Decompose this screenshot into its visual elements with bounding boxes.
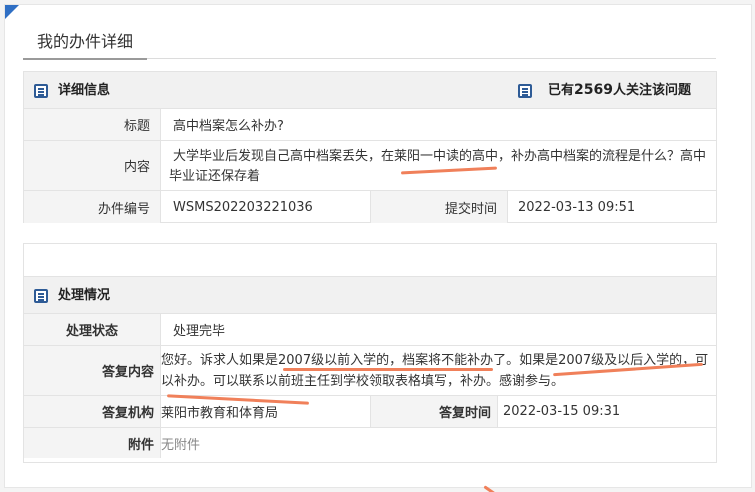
handling-spacer <box>24 244 716 277</box>
title-value: 高中档案怎么补办? <box>173 119 284 134</box>
followers-suffix: 人关注该问题 <box>612 83 691 98</box>
reply-time-value: 2022-03-15 09:31 <box>503 404 621 419</box>
reply-label: 答复内容 <box>24 346 161 395</box>
org-value: 莱阳市教育和体育局 <box>161 406 279 421</box>
attachment-row: 附件 无附件 <box>24 428 716 458</box>
content-label: 内容 <box>24 141 161 190</box>
list-icon <box>34 289 48 303</box>
org-row: 答复机构 莱阳市教育和体育局 答复时间 2022-03-15 09:31 <box>24 396 716 428</box>
content-line-1: 大学毕业后发现自己高中档案丢失，在莱阳一中读的高中，补办高中档案的流程是什么？高… <box>173 149 707 164</box>
handling-heading: 处理情况 <box>58 288 111 303</box>
handling-panel: 处理情况 处理状态 处理完毕 答复内容 您好。诉求人如果是2007级以前入学的，… <box>23 243 717 463</box>
submit-time-label: 提交时间 <box>370 191 508 223</box>
handling-header: 处理情况 <box>24 277 716 314</box>
corner-marker <box>5 5 19 19</box>
attachment-label: 附件 <box>24 428 161 458</box>
submit-time-value: 2022-03-13 09:51 <box>518 199 636 215</box>
org-label: 答复机构 <box>24 396 161 427</box>
title-row: 标题 高中档案怎么补办? <box>24 109 716 141</box>
title-label: 标题 <box>24 109 161 140</box>
detail-info-header: 详细信息 已有2569人关注该问题 <box>24 72 716 109</box>
page-container: 我的办件详细 详细信息 已有2569人关注该问题 标题 高中档案怎么补办? 内容… <box>4 4 752 492</box>
case-row: 办件编号 WSMS202203221036 提交时间 2022-03-13 09… <box>24 191 716 223</box>
highlight-underline <box>483 485 497 492</box>
page-title-bar: 我的办件详细 <box>23 21 716 60</box>
content-value: 大学毕业后发现自己高中档案丢失，在莱阳一中读的高中，补办高中档案的流程是什么？高… <box>161 141 716 190</box>
detail-info-panel: 详细信息 已有2569人关注该问题 标题 高中档案怎么补办? 内容 大学毕业后发… <box>23 71 717 223</box>
followers-count: 2569 <box>574 82 613 98</box>
list-icon <box>518 84 532 98</box>
reply-time-label: 答复时间 <box>370 396 498 427</box>
reply-line-2: 以补办。可以联系以前班主任到学校领取表格填写，补办。感谢参与。 <box>161 374 565 389</box>
case-no-label: 办件编号 <box>24 191 161 223</box>
detail-info-heading: 详细信息 <box>58 83 111 98</box>
case-no-value: WSMS202203221036 <box>173 199 313 215</box>
status-value: 处理完毕 <box>173 324 226 339</box>
reply-row: 答复内容 您好。诉求人如果是2007级以前入学的，档案将不能补办了。如果是200… <box>24 346 716 405</box>
reply-value: 您好。诉求人如果是2007级以前入学的，档案将不能补办了。如果是2007级及以后… <box>161 346 716 405</box>
page-title: 我的办件详细 <box>23 24 148 60</box>
followers-info: 已有2569人关注该问题 <box>548 72 691 109</box>
followers-prefix: 已有 <box>548 83 575 98</box>
list-icon <box>34 84 48 98</box>
highlight-underline <box>283 368 493 371</box>
attachment-value: 无附件 <box>161 437 201 453</box>
content-row: 内容 大学毕业后发现自己高中档案丢失，在莱阳一中读的高中，补办高中档案的流程是什… <box>24 141 716 191</box>
status-label: 处理状态 <box>24 314 161 345</box>
status-row: 处理状态 处理完毕 <box>24 314 716 346</box>
